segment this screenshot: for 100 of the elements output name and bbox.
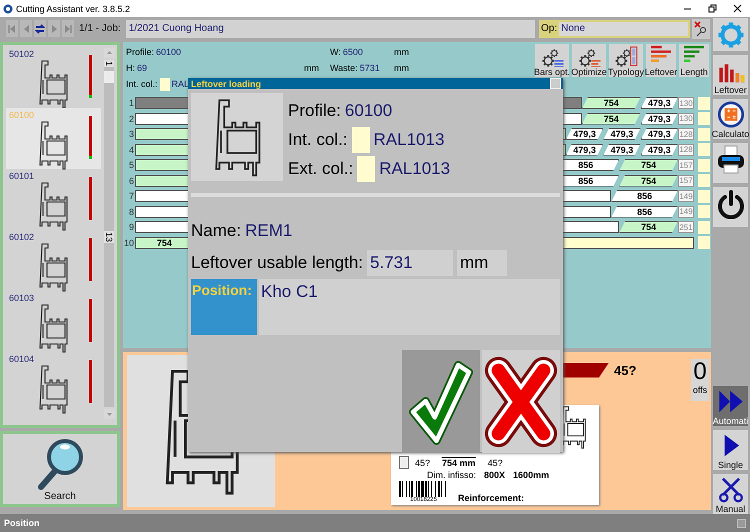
profile-item[interactable]: 60104	[6, 352, 101, 413]
job-field[interactable]: 1/2021 Cuong Hoang	[126, 20, 535, 38]
job-label: 1/1 - Job:	[79, 23, 121, 34]
toolbar-button[interactable]: Optimize	[572, 44, 606, 77]
angle-text: 45?	[415, 458, 430, 468]
toolbar-button[interactable]: Leftover	[646, 44, 676, 77]
row-number: 6	[128, 176, 135, 186]
dims-label: Dim. infisso:	[427, 470, 476, 480]
power-button[interactable]	[713, 187, 748, 227]
printer-icon	[716, 145, 746, 175]
scissors-button[interactable]: Manual	[713, 474, 748, 514]
row-number: 4	[128, 144, 135, 154]
calculator-icon	[716, 101, 746, 128]
cross-icon	[484, 354, 558, 448]
remainder-label: 149	[678, 206, 694, 218]
row-marker	[698, 143, 710, 156]
dialog-title: Leftover loading	[191, 78, 262, 88]
scroll-thumb[interactable]	[104, 71, 114, 84]
cut-piece: 479,3	[640, 128, 678, 140]
row-number: 9	[128, 222, 135, 232]
cancel-button[interactable]	[482, 350, 560, 453]
profile-item[interactable]: 60101	[6, 169, 101, 230]
close-icon[interactable]	[733, 4, 742, 13]
height-label: H:	[126, 63, 135, 73]
skip-end-icon	[63, 22, 73, 34]
power-icon	[716, 189, 746, 219]
cut-piece: 479,3	[566, 128, 604, 140]
bar-chart-button[interactable]: Leftover	[713, 55, 748, 95]
row-number: 2	[128, 114, 135, 124]
profile-label: Profile:	[288, 101, 341, 121]
profile-item[interactable]: 50102	[6, 47, 101, 108]
position-field[interactable]: Kho C1	[259, 279, 560, 335]
dims-value: 1600mm	[513, 470, 550, 480]
unit-field: mm	[457, 250, 508, 276]
name-label: Name:	[191, 221, 242, 241]
profile-item[interactable]: 60103	[6, 291, 101, 352]
cut-piece: 856	[611, 190, 678, 202]
toolbar-button[interactable]: Typology	[609, 44, 643, 77]
toolbar-button[interactable]: Length	[679, 44, 709, 77]
remainder-label: 149	[678, 190, 694, 202]
remainder-label: 130	[678, 112, 694, 124]
row-marker	[698, 158, 710, 172]
remainder-label: 128	[678, 144, 694, 156]
profile-value: 60100	[156, 47, 182, 57]
unit-label: mm	[304, 63, 319, 73]
confirm-button[interactable]	[402, 350, 480, 453]
clear-filter-button[interactable]	[692, 18, 710, 38]
counter-value: 0	[693, 359, 707, 385]
skip-start-icon	[7, 22, 17, 34]
scroll-track[interactable]: 1 13	[104, 60, 114, 407]
height-value: 69	[137, 63, 148, 73]
fast-forward-button[interactable]: Automati	[713, 386, 748, 426]
window-title: Cutting Assistant ver. 3.8.5.2	[16, 4, 130, 14]
waste-label: Waste:	[330, 63, 358, 73]
toolbar-button[interactable]: Bars opt.	[535, 44, 569, 77]
name-value: REM1	[245, 221, 292, 241]
profile-code: 60102	[9, 232, 34, 242]
row-marker	[698, 96, 710, 110]
op-field[interactable]: None	[559, 22, 688, 36]
swap-button[interactable]	[34, 20, 46, 37]
profile-code: 60103	[9, 293, 34, 303]
calculator-button[interactable]: Calculato	[713, 99, 748, 139]
cut-piece: 754	[619, 221, 678, 233]
restore-icon[interactable]	[708, 4, 717, 13]
window-frame-drawing	[399, 456, 409, 469]
scroll-label: 1	[104, 60, 114, 68]
printer-button[interactable]	[713, 143, 748, 183]
remainder-label: 128	[678, 128, 694, 140]
angle-text: 45?	[488, 458, 503, 468]
remainder-label: 157	[678, 174, 694, 186]
row-marker	[698, 236, 710, 249]
unit-label: mm	[394, 63, 409, 73]
cut-piece: 479,3	[566, 144, 604, 156]
play-button[interactable]: Single	[713, 430, 748, 470]
search-button[interactable]: Search	[0, 431, 120, 507]
row-marker	[698, 205, 710, 218]
row-number: 7	[128, 191, 135, 201]
row-marker	[698, 220, 710, 234]
width-value: 6500	[342, 47, 363, 57]
row-number: 10	[123, 238, 135, 248]
status-indicator-icon	[737, 518, 746, 528]
search-icon	[35, 437, 85, 491]
typology-icon	[614, 44, 638, 67]
length-label: Leftover usable length:	[191, 252, 364, 272]
length-field[interactable]: 5.731	[367, 250, 454, 276]
cut-piece: 754	[582, 112, 641, 124]
swap-arrows-icon	[35, 22, 45, 34]
row-marker	[698, 190, 710, 202]
barcode-drawing	[399, 481, 448, 497]
dims-value: 800X	[484, 470, 506, 480]
angle-label: 45?	[614, 362, 636, 378]
remainder-label: 157	[678, 159, 694, 171]
profile-item[interactable]: 60102	[6, 230, 101, 291]
remainder-label: 251	[678, 221, 694, 233]
unit-label: mm	[394, 47, 409, 57]
position-label: Position:	[191, 279, 257, 335]
width-label: W:	[330, 47, 341, 57]
row-number: 5	[128, 160, 135, 170]
cut-piece: 479,3	[603, 144, 641, 156]
row-number: 3	[128, 129, 135, 139]
